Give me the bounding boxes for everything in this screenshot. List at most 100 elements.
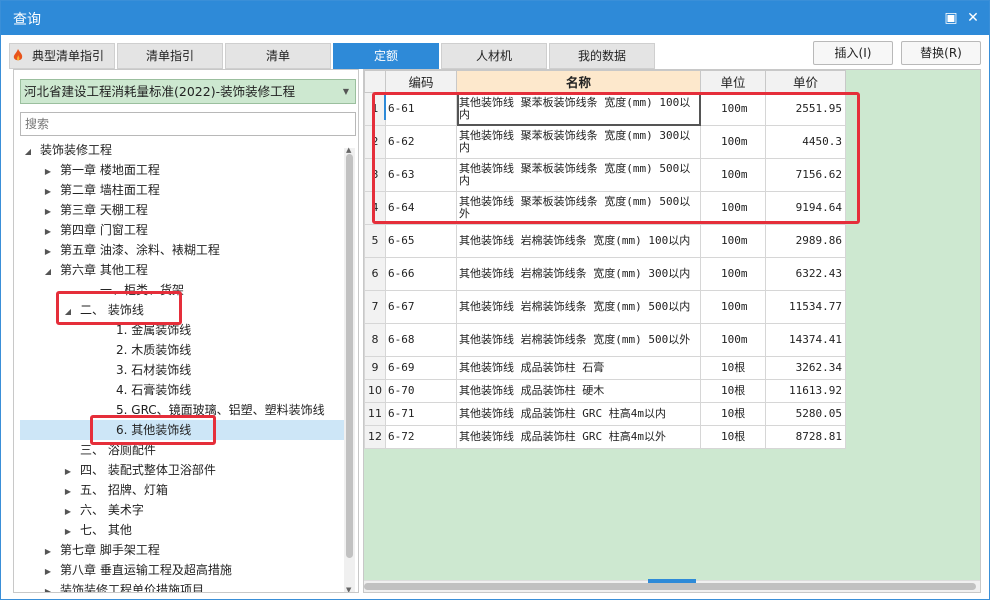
library-select[interactable]: 河北省建设工程消耗量标准(2022)-装饰装修工程 ▼ [20,79,356,104]
table-row[interactable]: 3 6-63 其他装饰线 聚苯板装饰线条 宽度(mm) 500以内 100m 7156.… [364,158,846,192]
tree-node[interactable]: ▶ 五、 招牌、灯箱 [62,480,168,500]
tree-toggle-icon[interactable]: ▶ [42,582,54,592]
name-cell[interactable]: 其他装饰线 岩棉装饰线条 宽度(mm) 300以内 [456,257,701,291]
tree-node[interactable]: 5. GRC、镜面玻璃、铝塑、塑料装饰线 [98,400,325,420]
code-cell[interactable]: 6-72 [385,425,457,449]
unit-header[interactable]: 单位 [700,70,766,93]
code-cell[interactable]: 6-67 [385,290,457,324]
table-row[interactable]: 8 6-68 其他装饰线 岩棉装饰线条 宽度(mm) 500以外 100m 14374.… [364,323,846,357]
price-cell[interactable]: 5280.05 [765,402,846,426]
unit-cell[interactable]: 10根 [700,356,766,380]
price-cell[interactable]: 9194.64 [765,191,846,225]
row-number-cell[interactable]: 11 [364,402,386,426]
tree-node[interactable]: 6. 其他装饰线 [20,420,344,440]
unit-cell[interactable]: 10根 [700,425,766,449]
tree-toggle-icon[interactable]: ▶ [42,162,54,182]
row-number-cell[interactable]: 12 [364,425,386,449]
tree-toggle-icon[interactable]: ▶ [62,502,74,522]
row-number-cell[interactable]: 3 [364,158,386,192]
code-cell[interactable]: 6-61 [385,92,457,126]
tree-node[interactable]: 4. 石膏装饰线 [98,380,191,400]
tree-node[interactable]: 1. 金属装饰线 [98,320,191,340]
code-cell[interactable]: 6-71 [385,402,457,426]
insert-button[interactable]: 插入(I) [813,41,893,65]
tree-toggle-icon[interactable]: ▶ [62,462,74,482]
price-cell[interactable]: 2551.95 [765,92,846,126]
row-number-cell[interactable]: 1 [364,92,386,126]
tree-node[interactable]: ▶ 第七章 脚手架工程 [42,540,160,560]
name-cell[interactable]: 其他装饰线 聚苯板装饰线条 宽度(mm) 500以内 [456,158,701,192]
table-row[interactable]: 9 6-69 其他装饰线 成品装饰柱 石膏 10根 3262.34 [364,356,846,380]
tree-toggle-icon[interactable]: ◢ [22,142,34,162]
name-cell[interactable]: 其他装饰线 聚苯板装饰线条 宽度(mm) 500以外 [456,191,701,225]
unit-cell[interactable]: 100m [700,92,766,126]
code-cell[interactable]: 6-64 [385,191,457,225]
scrollbar-thumb[interactable] [364,583,976,590]
tree-node[interactable]: ▶ 装饰装修工程单价措施项目 [42,580,204,592]
price-cell[interactable]: 2989.86 [765,224,846,258]
name-cell[interactable]: 其他装饰线 成品装饰柱 GRC 柱高4m以外 [456,425,701,449]
grid-horizontal-scrollbar[interactable] [364,579,980,592]
unit-cell[interactable]: 100m [700,290,766,324]
tree-toggle-icon[interactable]: ▶ [42,562,54,582]
tree-node[interactable]: 3. 石材装饰线 [98,360,191,380]
tab-my-data[interactable]: 我的数据 [549,43,655,69]
name-header[interactable]: 名称 [456,70,701,93]
code-cell[interactable]: 6-65 [385,224,457,258]
tree-node[interactable]: ▶ 第三章 天棚工程 [42,200,148,220]
unit-cell[interactable]: 10根 [700,379,766,403]
tree-node[interactable]: ▶ 七、 其他 [62,520,132,540]
price-cell[interactable]: 3262.34 [765,356,846,380]
tree-toggle-icon[interactable]: ▶ [42,202,54,222]
table-row[interactable]: 11 6-71 其他装饰线 成品装饰柱 GRC 柱高4m以内 10根 5280.05 [364,402,846,426]
tree-toggle-icon[interactable]: ▶ [42,542,54,562]
tree-toggle-icon[interactable]: ▶ [42,222,54,242]
unit-cell[interactable]: 100m [700,158,766,192]
code-cell[interactable]: 6-63 [385,158,457,192]
tree-node[interactable]: ▶ 四、 装配式整体卫浴部件 [62,460,216,480]
code-cell[interactable]: 6-70 [385,379,457,403]
row-number-cell[interactable]: 8 [364,323,386,357]
tree-node[interactable]: ▶ 第一章 楼地面工程 [42,160,160,180]
table-row[interactable]: 5 6-65 其他装饰线 岩棉装饰线条 宽度(mm) 100以内 100m 2989.8… [364,224,846,258]
scroll-up-icon[interactable]: ▲ [346,146,351,154]
tree-node[interactable]: ◢ 第六章 其他工程 [42,260,148,280]
tree-toggle-icon[interactable]: ◢ [62,302,74,322]
tree-node[interactable]: 一、柜类、货架 [82,280,184,300]
unit-cell[interactable]: 100m [700,191,766,225]
row-number-cell[interactable]: 2 [364,125,386,159]
name-cell[interactable]: 其他装饰线 岩棉装饰线条 宽度(mm) 500以内 [456,290,701,324]
replace-button[interactable]: 替换(R) [901,41,981,65]
tree-node[interactable]: ◢ 装饰装修工程 [22,140,112,160]
price-cell[interactable]: 4450.3 [765,125,846,159]
scrollbar-thumb[interactable] [346,154,353,558]
unit-cell[interactable]: 100m [700,323,766,357]
price-header[interactable]: 单价 [765,70,846,93]
price-cell[interactable]: 7156.62 [765,158,846,192]
code-cell[interactable]: 6-66 [385,257,457,291]
title-bar[interactable]: 查询 ▣ ✕ [1,1,989,35]
dropdown-arrow-icon[interactable]: ▼ [343,80,349,103]
unit-cell[interactable]: 100m [700,125,766,159]
code-header[interactable]: 编码 [385,70,457,93]
row-number-cell[interactable]: 4 [364,191,386,225]
name-cell[interactable]: 其他装饰线 成品装饰柱 石膏 [456,356,701,380]
tab-bill-guide[interactable]: 清单指引 [117,43,223,69]
tab-labor-material-machine[interactable]: 人材机 [441,43,547,69]
tree-node[interactable]: ◢ 二、 装饰线 [62,300,144,320]
code-cell[interactable]: 6-68 [385,323,457,357]
table-row[interactable]: 7 6-67 其他装饰线 岩棉装饰线条 宽度(mm) 500以内 100m 11534.… [364,290,846,324]
price-cell[interactable]: 11613.92 [765,379,846,403]
unit-cell[interactable]: 10根 [700,402,766,426]
code-cell[interactable]: 6-62 [385,125,457,159]
row-number-cell[interactable]: 6 [364,257,386,291]
name-cell[interactable]: 其他装饰线 岩棉装饰线条 宽度(mm) 500以外 [456,323,701,357]
tab-bill[interactable]: 清单 [225,43,331,69]
tab-typical-bill-guide[interactable]: 典型清单指引 [9,43,115,69]
name-cell[interactable]: 其他装饰线 岩棉装饰线条 宽度(mm) 100以内 [456,224,701,258]
unit-cell[interactable]: 100m [700,224,766,258]
tab-quota[interactable]: 定额 [333,43,439,69]
table-row[interactable]: 4 6-64 其他装饰线 聚苯板装饰线条 宽度(mm) 500以外 100m 9194.… [364,191,846,225]
tree-node[interactable]: ▶ 第二章 墙柱面工程 [42,180,160,200]
restore-icon[interactable]: ▣ [941,8,961,28]
